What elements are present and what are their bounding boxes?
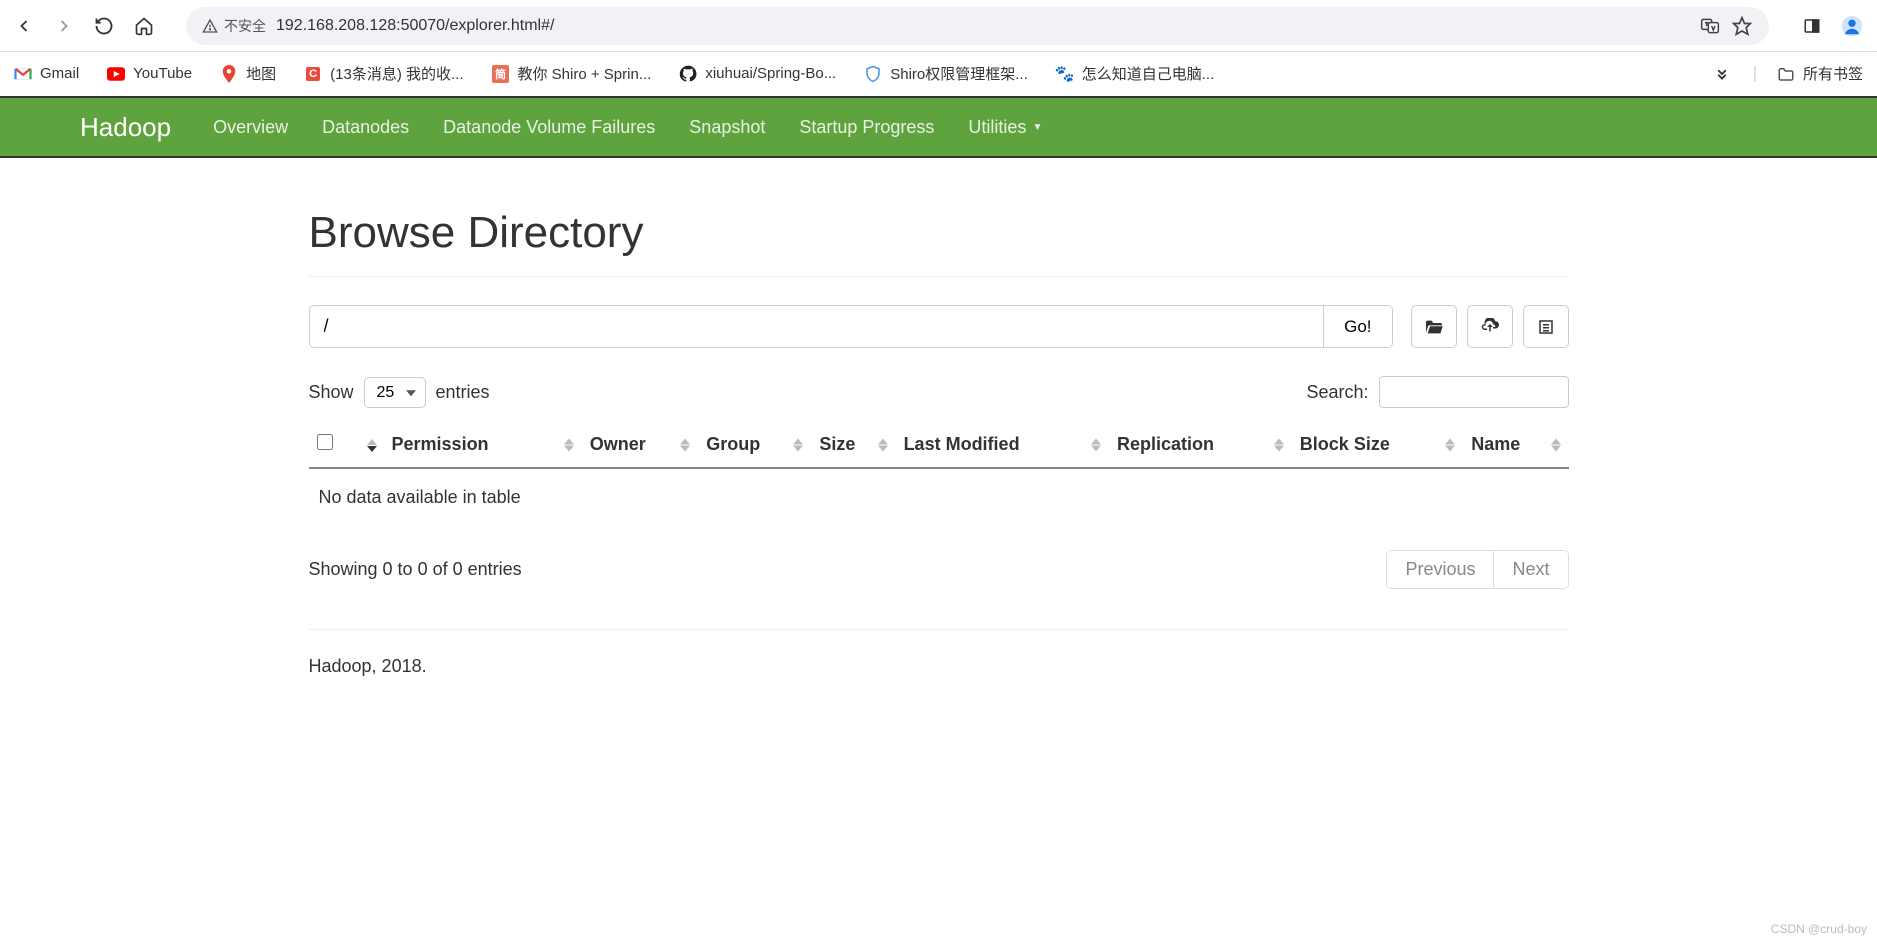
bookmark-youtube[interactable]: YouTube — [107, 65, 192, 83]
home-button[interactable] — [134, 16, 154, 36]
insecure-indicator[interactable]: 不安全 — [202, 16, 266, 36]
bookmark-csdn[interactable]: C (13条消息) 我的收... — [304, 63, 463, 84]
table-controls: Show 25 entries Search: — [309, 376, 1569, 408]
back-button[interactable] — [14, 16, 34, 36]
bookmark-label: 怎么知道自己电脑... — [1082, 63, 1215, 84]
browser-toolbar: 不安全 192.168.208.128:50070/explorer.html#… — [0, 0, 1877, 52]
file-table: Permission Owner Group Size Last Modifie… — [309, 422, 1569, 526]
search-input[interactable] — [1379, 376, 1569, 408]
footer-text: Hadoop, 2018. — [309, 656, 1569, 677]
bookmark-label: xiuhuai/Spring-Bo... — [705, 65, 836, 82]
address-bar[interactable]: 不安全 192.168.208.128:50070/explorer.html#… — [186, 7, 1769, 45]
bookmark-baidu[interactable]: 🐾 怎么知道自己电脑... — [1056, 63, 1215, 84]
chevron-down-icon: ▼ — [1032, 122, 1042, 133]
entries-label: entries — [436, 382, 490, 403]
shiro-icon — [864, 65, 882, 83]
col-size[interactable]: Size — [811, 422, 895, 468]
pagination: Previous Next — [1386, 550, 1568, 589]
reload-button[interactable] — [94, 16, 114, 36]
nav-snapshot[interactable]: Snapshot — [689, 117, 765, 138]
bookmark-github[interactable]: xiuhuai/Spring-Bo... — [679, 65, 836, 83]
action-buttons — [1411, 305, 1569, 348]
empty-message: No data available in table — [309, 468, 1569, 526]
nav-utilities-label: Utilities — [968, 117, 1026, 138]
empty-row: No data available in table — [309, 468, 1569, 526]
bookmark-label: 地图 — [246, 63, 276, 84]
nav-datanode-failures[interactable]: Datanode Volume Failures — [443, 117, 655, 138]
bookmark-label: YouTube — [133, 65, 192, 82]
insecure-label: 不安全 — [224, 16, 266, 36]
all-bookmarks-button[interactable]: 所有书签 — [1777, 63, 1863, 84]
show-label: Show — [309, 382, 354, 403]
forward-button[interactable] — [54, 16, 74, 36]
bookmarks-overflow[interactable] — [1711, 63, 1733, 85]
go-button[interactable]: Go! — [1323, 306, 1391, 347]
star-icon[interactable] — [1731, 15, 1753, 37]
path-input[interactable] — [310, 306, 1324, 347]
bookmarks-right: | 所有书签 — [1711, 63, 1863, 85]
baidu-icon: 🐾 — [1056, 65, 1074, 83]
next-button[interactable]: Next — [1493, 551, 1567, 588]
bookmark-gmail[interactable]: Gmail — [14, 65, 79, 83]
nav-overview[interactable]: Overview — [213, 117, 288, 138]
url-text: 192.168.208.128:50070/explorer.html#/ — [276, 17, 1689, 35]
main-content: Browse Directory Go! Show 25 — [229, 208, 1649, 677]
col-last-modified[interactable]: Last Modified — [896, 422, 1109, 468]
show-entries: Show 25 entries — [309, 377, 490, 408]
col-name[interactable]: Name — [1463, 422, 1568, 468]
nav-controls — [14, 16, 154, 36]
showing-text: Showing 0 to 0 of 0 entries — [309, 559, 522, 580]
bookmark-label: 教你 Shiro + Sprin... — [518, 63, 652, 84]
col-block-size[interactable]: Block Size — [1292, 422, 1463, 468]
col-checkbox — [309, 422, 359, 468]
bookmark-jianshu[interactable]: 简 教你 Shiro + Sprin... — [492, 63, 652, 84]
previous-button[interactable]: Previous — [1387, 551, 1493, 588]
nav-datanodes[interactable]: Datanodes — [322, 117, 409, 138]
path-input-group: Go! — [309, 305, 1393, 348]
open-folder-button[interactable] — [1411, 305, 1457, 348]
path-row: Go! — [309, 305, 1569, 348]
upload-button[interactable] — [1467, 305, 1513, 348]
jianshu-icon: 简 — [492, 65, 510, 83]
panel-icon[interactable] — [1801, 15, 1823, 37]
search-box: Search: — [1306, 376, 1568, 408]
hadoop-navbar: Hadoop Overview Datanodes Datanode Volum… — [0, 96, 1877, 158]
entries-select[interactable]: 25 — [364, 377, 426, 408]
page-title: Browse Directory — [309, 208, 1569, 277]
bookmark-maps[interactable]: 地图 — [220, 63, 276, 84]
maps-icon — [220, 65, 238, 83]
list-button[interactable] — [1523, 305, 1569, 348]
github-icon — [679, 65, 697, 83]
search-label: Search: — [1306, 382, 1368, 403]
nav-utilities[interactable]: Utilities ▼ — [968, 117, 1042, 138]
bookmarks-bar: Gmail YouTube 地图 C (13条消息) 我的收... 简 教你 S… — [0, 52, 1877, 96]
browser-right-icons — [1801, 15, 1863, 37]
csdn-icon: C — [304, 65, 322, 83]
bookmark-shiro[interactable]: Shiro权限管理框架... — [864, 63, 1028, 84]
nav-startup-progress[interactable]: Startup Progress — [799, 117, 934, 138]
col-permission[interactable]: Permission — [359, 422, 582, 468]
col-group[interactable]: Group — [698, 422, 811, 468]
col-replication[interactable]: Replication — [1109, 422, 1292, 468]
table-footer: Showing 0 to 0 of 0 entries Previous Nex… — [309, 550, 1569, 630]
bookmark-label: Gmail — [40, 65, 79, 82]
select-all-checkbox[interactable] — [317, 434, 333, 450]
profile-icon[interactable] — [1841, 15, 1863, 37]
col-owner[interactable]: Owner — [582, 422, 698, 468]
all-bookmarks-label: 所有书签 — [1803, 63, 1863, 84]
bookmark-label: Shiro权限管理框架... — [890, 63, 1028, 84]
translate-icon[interactable] — [1699, 15, 1721, 37]
hadoop-brand[interactable]: Hadoop — [80, 112, 171, 143]
table-header-row: Permission Owner Group Size Last Modifie… — [309, 422, 1569, 468]
watermark: CSDN @crud-boy — [1771, 922, 1867, 936]
bookmark-label: (13条消息) 我的收... — [330, 63, 463, 84]
youtube-icon — [107, 65, 125, 83]
gmail-icon — [14, 65, 32, 83]
